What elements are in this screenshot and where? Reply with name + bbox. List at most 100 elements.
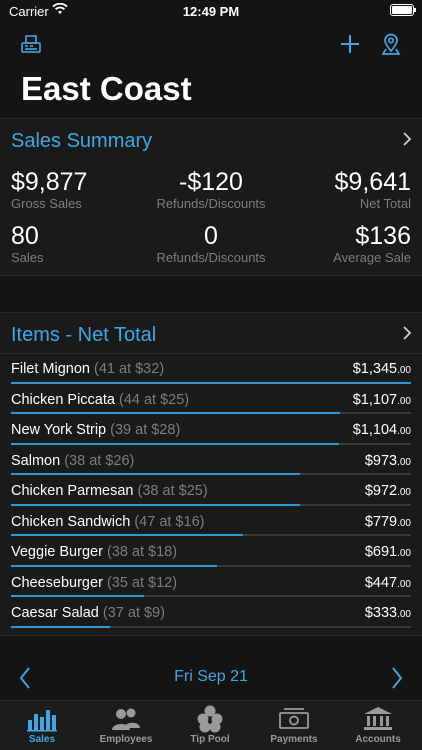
item-title: Chicken Parmesan: [11, 483, 134, 499]
tab-sales[interactable]: Sales: [0, 704, 84, 745]
selected-date[interactable]: Fri Sep 21: [0, 668, 422, 686]
item-amount: $779.00: [365, 514, 411, 530]
stat-label: Refunds/Discounts: [156, 196, 266, 211]
sales-summary-header[interactable]: Sales Summary: [0, 118, 422, 162]
items-title: Items - Net Total: [11, 324, 157, 346]
stat-label: Net Total: [359, 196, 411, 211]
register-icon[interactable]: [17, 30, 45, 58]
list-item[interactable]: Chicken Sandwich (47 at $16) $779.00: [0, 507, 422, 538]
banknote-icon: [252, 704, 336, 734]
stat-refunds-count: 0 Refunds/Discounts: [131, 222, 291, 266]
item-quantity: (41 at $32): [94, 361, 165, 377]
list-item[interactable]: New York Strip (39 at $28) $1,104.00: [0, 415, 422, 446]
item-quantity: (37 at $9): [102, 605, 165, 621]
item-name: Caesar Salad (37 at $9): [11, 605, 165, 621]
next-day-button[interactable]: [390, 666, 404, 695]
item-quantity: (38 at $18): [106, 544, 178, 560]
list-item[interactable]: Cheeseburger (35 at $12) $447.00: [0, 568, 422, 599]
item-share-bar: [11, 625, 411, 628]
item-amount-dollars: $1,345: [352, 361, 398, 377]
item-share-fill: [11, 564, 217, 567]
status-bar: Carrier 12:49 PM: [0, 0, 422, 22]
item-amount-dollars: $1,107: [352, 391, 398, 408]
stat-value: $9,877: [11, 168, 88, 196]
battery-icon: [390, 4, 416, 16]
bar-chart-icon: [0, 704, 84, 734]
list-item[interactable]: Veggie Burger (38 at $18) $691.00: [0, 537, 422, 568]
item-share-fill: [11, 534, 243, 536]
item-share-fill: [11, 442, 340, 445]
stat-net-total: $9,641 Net Total: [335, 168, 411, 212]
item-title: Caesar Salad: [11, 605, 99, 621]
item-quantity: (38 at $25): [137, 483, 208, 499]
item-share-fill: [11, 595, 144, 597]
item-amount: $1,104.00: [353, 422, 411, 438]
item-share-fill: [11, 473, 301, 475]
tab-payments[interactable]: Payments: [252, 704, 336, 745]
tab-tip-pool[interactable]: Tip Pool: [168, 704, 252, 745]
location-pin-icon[interactable]: [377, 30, 405, 58]
item-quantity: (39 at $28): [110, 422, 181, 438]
page-title: East Coast: [21, 70, 192, 107]
item-share-bar: [11, 442, 411, 445]
list-item[interactable]: Salmon (38 at $26) $973.00: [0, 446, 422, 477]
stat-average-sale: $136 Average Sale: [333, 222, 411, 266]
list-item[interactable]: Filet Mignon (41 at $32) $1,345.00: [0, 354, 422, 385]
bank-icon: [336, 704, 420, 734]
stat-value: -$120: [179, 168, 243, 196]
item-amount: $691.00: [365, 544, 411, 560]
item-amount: $333.00: [365, 605, 411, 621]
item-amount-cents: .00: [397, 517, 411, 529]
item-share-fill: [11, 625, 111, 628]
sales-summary-title: Sales Summary: [11, 130, 153, 152]
tab-label: Employees: [99, 734, 153, 745]
item-amount: $1,345.00: [353, 361, 411, 377]
item-amount-dollars: $779: [364, 513, 398, 530]
item-title: Veggie Burger: [11, 544, 103, 560]
tab-label: Sales: [28, 734, 56, 745]
items-header[interactable]: Items - Net Total: [0, 312, 422, 356]
item-title: Cheeseburger: [11, 574, 103, 591]
item-share-bar: [11, 595, 411, 597]
item-quantity: (35 at $12): [106, 574, 178, 591]
item-title: Salmon: [11, 452, 61, 469]
item-share-fill: [11, 503, 301, 506]
item-title: Chicken Sandwich: [11, 513, 131, 530]
item-amount: $973.00: [365, 453, 411, 469]
item-name: Chicken Sandwich (47 at $16): [11, 514, 204, 530]
date-navigator: Fri Sep 21: [0, 656, 422, 700]
item-share-bar: [11, 381, 411, 384]
stat-value: $136: [355, 222, 411, 250]
tab-label: Payments: [270, 734, 318, 745]
item-name: Salmon (38 at $26): [11, 453, 134, 469]
item-amount-dollars: $972: [364, 483, 398, 499]
item-name: Chicken Piccata (44 at $25): [11, 392, 189, 408]
item-quantity: (44 at $25): [119, 391, 190, 408]
item-amount-dollars: $447: [364, 574, 398, 591]
add-button[interactable]: [336, 30, 364, 58]
list-item[interactable]: Chicken Piccata (44 at $25) $1,107.00: [0, 385, 422, 416]
item-amount-cents: .00: [397, 578, 411, 590]
chevron-right-icon: [402, 131, 412, 152]
list-item[interactable]: Caesar Salad (37 at $9) $333.00: [0, 598, 422, 629]
item-share-fill: [11, 381, 411, 384]
clock: 12:49 PM: [182, 4, 240, 19]
stat-label: Gross Sales: [11, 196, 82, 211]
item-share-bar: [11, 503, 411, 506]
tab-employees[interactable]: Employees: [84, 704, 168, 745]
stat-label: Refunds/Discounts: [156, 250, 266, 265]
item-amount-cents: .00: [397, 395, 411, 407]
item-amount-dollars: $691: [364, 544, 398, 560]
tab-accounts[interactable]: Accounts: [336, 704, 420, 745]
people-icon: [84, 704, 168, 734]
item-share-fill: [11, 412, 341, 414]
list-item[interactable]: Chicken Parmesan (38 at $25) $972.00: [0, 476, 422, 507]
stat-refunds-discounts: -$120 Refunds/Discounts: [131, 168, 291, 212]
item-title: New York Strip: [11, 422, 107, 438]
coins-icon: [168, 704, 252, 734]
item-name: Filet Mignon (41 at $32): [11, 361, 164, 377]
item-quantity: (47 at $16): [134, 513, 205, 530]
item-title: Filet Mignon: [11, 361, 90, 377]
item-share-bar: [11, 564, 411, 567]
tab-bar: Sales Employees Tip Pool Payments Accoun…: [0, 700, 422, 750]
